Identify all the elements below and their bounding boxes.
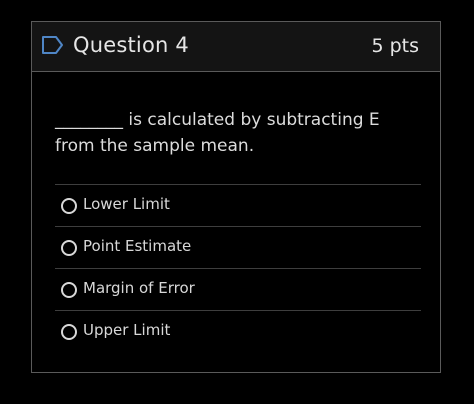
radio-button[interactable] <box>61 240 77 256</box>
answer-option[interactable]: Lower Limit <box>55 184 421 226</box>
question-card: Question 4 5 pts ________ is calculated … <box>31 21 441 373</box>
question-header: Question 4 5 pts <box>32 22 440 72</box>
answer-option[interactable]: Margin of Error <box>55 268 421 310</box>
radio-button[interactable] <box>61 282 77 298</box>
answer-option[interactable]: Point Estimate <box>55 226 421 268</box>
answer-label[interactable]: Lower Limit <box>83 195 170 213</box>
answer-label[interactable]: Upper Limit <box>83 321 170 339</box>
answer-list: Lower Limit Point Estimate Margin of Err… <box>55 184 421 352</box>
radio-button[interactable] <box>61 324 77 340</box>
answer-option[interactable]: Upper Limit <box>55 310 421 352</box>
question-prompt: ________ is calculated by subtracting E … <box>55 110 380 156</box>
radio-button[interactable] <box>61 198 77 214</box>
question-points: 5 pts <box>371 35 419 57</box>
answer-label[interactable]: Margin of Error <box>83 279 195 297</box>
question-title: Question 4 <box>73 33 189 57</box>
answer-label[interactable]: Point Estimate <box>83 237 191 255</box>
flag-icon[interactable] <box>41 34 65 56</box>
